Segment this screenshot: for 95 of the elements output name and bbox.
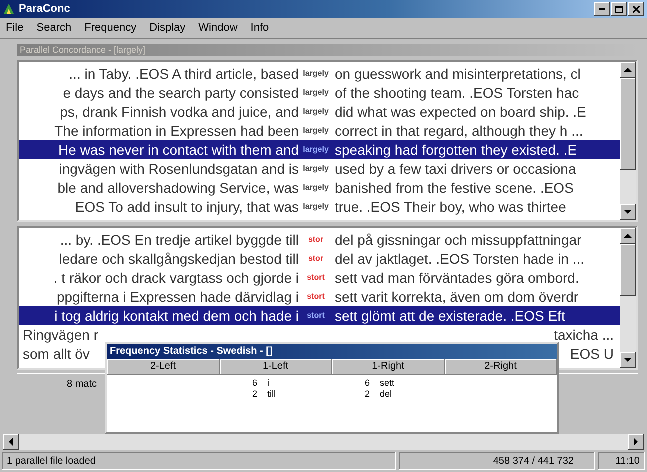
left-context: ps, drank Finnish vodka and juice, and xyxy=(59,104,299,120)
scroll-right-icon xyxy=(634,438,638,446)
concordance-line[interactable]: ... by. .EOS En tredje artikel byggde till stor del på gissningar och missuppfattningar xyxy=(19,230,620,249)
column-header[interactable]: 1-Left xyxy=(220,359,332,375)
left-context: He was never in contact with them and xyxy=(58,142,299,158)
left-context: i tog aldrig kontakt med dem och hade i xyxy=(54,308,299,324)
keyword: largely xyxy=(302,126,330,135)
right-context: sett varit korrekta, även om dom överdr xyxy=(334,288,580,304)
match-count: 8 matc xyxy=(67,378,98,390)
maximize-icon xyxy=(615,6,623,12)
column-header[interactable]: 2-Right xyxy=(444,359,557,375)
right-context: true. .EOS Their boy, who was thirtee xyxy=(334,198,568,214)
keyword: stort xyxy=(306,292,326,301)
frequency-window-title: Frequency Statistics - Swedish - [] xyxy=(110,346,273,357)
right-context: speaking had forgotten they existed. .E xyxy=(334,142,578,158)
keyword: largely xyxy=(302,183,330,192)
concordance-line[interactable]: e days and the search party consisted largely of the shooting team. .EOS Torsten hac xyxy=(19,83,620,102)
menu-item[interactable]: Window xyxy=(198,22,238,34)
status-position: 458 374 / 441 732 xyxy=(399,452,595,470)
concordance-line[interactable]: . t räkor och drack vargtass och gjorde i stort sett vad man förväntades göra ombord. xyxy=(19,268,620,287)
left-context: ... in Taby. .EOS A third article, based xyxy=(68,66,299,82)
right-context: EOS U xyxy=(570,346,614,362)
left-context: e days and the search party consisted xyxy=(62,84,299,100)
scroll-up-icon xyxy=(624,68,632,72)
scroll-down-icon xyxy=(624,210,632,214)
menu-item[interactable]: Frequency xyxy=(84,22,137,34)
status-time: 11:10 xyxy=(598,452,645,470)
right-context: did what was expected on board ship. .E xyxy=(334,104,588,120)
frequency-count: 2 xyxy=(364,389,370,400)
left-context: ... by. .EOS En tredje artikel byggde till xyxy=(59,232,299,248)
right-context: taxicha ... xyxy=(554,326,614,342)
keyword: stor xyxy=(307,235,325,244)
vertical-scrollbar[interactable] xyxy=(620,228,636,368)
keyword: largely xyxy=(302,69,330,78)
keyword: largely xyxy=(302,88,330,97)
keyword: largely xyxy=(302,107,330,116)
keyword: largely xyxy=(302,202,330,211)
left-context: ledare och skallgångskedjan bestod till xyxy=(58,250,299,266)
menu-item[interactable]: Info xyxy=(250,22,270,34)
minimize-icon xyxy=(599,8,605,10)
concordance-line[interactable]: ledare och skallgångskedjan bestod till stor del av jaktlaget. .EOS Torsten hade in ... xyxy=(19,249,620,268)
right-context: sett vad man förväntades göra ombord. xyxy=(334,270,580,286)
concordance-line[interactable]: ingvägen with Rosenlundsgatan and is largely used by a few taxi drivers or occasiona xyxy=(19,159,620,178)
scroll-up-icon xyxy=(624,234,632,238)
child-window-title: Parallel Concordance - [largely] xyxy=(20,45,146,55)
concordance-line[interactable]: ... in Taby. .EOS A third article, based largely on guesswork and misinterpretations, cl xyxy=(19,64,620,83)
collocate-word: del xyxy=(380,389,392,400)
menu-item[interactable]: Search xyxy=(36,22,72,34)
left-context: ppgifterna i Expressen hade därvidlag i xyxy=(56,288,299,304)
scroll-left-icon xyxy=(9,438,13,446)
frequency-count: 2 xyxy=(251,389,258,400)
left-context: Ringvägen r xyxy=(23,326,98,342)
app-icon xyxy=(3,3,15,15)
right-context: used by a few taxi drivers or occasiona xyxy=(334,160,578,176)
collocate-word: till xyxy=(268,389,276,400)
left-context: ble and allovershadowing Service, was xyxy=(56,180,299,196)
left-context: The information in Expressen had been xyxy=(54,122,299,138)
collocate-word: i xyxy=(268,378,270,389)
left-context: EOS To add insult to injury, that was xyxy=(74,198,299,214)
concordance-line[interactable]: ppgifterna i Expressen hade därvidlag i stort sett varit korrekta, även om dom överdr xyxy=(19,287,620,306)
status-text: 1 parallel file loaded xyxy=(2,452,396,470)
scroll-down-icon xyxy=(624,358,632,362)
horizontal-scrollbar[interactable] xyxy=(3,434,644,450)
close-icon xyxy=(632,6,640,12)
menu-item[interactable]: Display xyxy=(150,22,186,34)
column-header[interactable]: 2-Left xyxy=(107,359,220,375)
keyword: largely xyxy=(302,164,330,173)
keyword: stort xyxy=(306,273,326,282)
menu-item[interactable]: File xyxy=(6,22,24,34)
right-context: correct in that regard, although they h ... xyxy=(334,122,584,138)
concordance-line[interactable]: The information in Expressen had been largely correct in that regard, although they h ... xyxy=(19,121,620,140)
keyword: stort xyxy=(306,311,326,320)
right-context: on guesswork and misinterpretations, cl xyxy=(334,66,582,82)
close-button[interactable] xyxy=(628,2,644,16)
concordance-line[interactable]: ps, drank Finnish vodka and juice, and largely did what was expected on board ship. .E xyxy=(19,102,620,121)
minimize-button[interactable] xyxy=(594,2,610,16)
column-header[interactable]: 1-Right xyxy=(332,359,444,375)
left-context: ingvägen with Rosenlundsgatan and is xyxy=(58,160,299,176)
window-title: ParaConc xyxy=(19,3,70,15)
concordance-line[interactable]: EOS To add insult to injury, that was largely true. .EOS Their boy, who was thirtee xyxy=(19,197,620,216)
right-context: banished from the festive scene. .EOS xyxy=(334,180,575,196)
frequency-count: 6 xyxy=(364,378,370,389)
keyword: largely xyxy=(302,145,330,154)
right-context: of the shooting team. .EOS Torsten hac xyxy=(334,84,580,100)
frequency-count: 6 xyxy=(251,378,258,389)
vertical-scrollbar[interactable] xyxy=(620,62,636,220)
collocate-word: sett xyxy=(380,378,395,389)
right-context: del på gissningar och missuppfattningar xyxy=(334,232,583,248)
left-context: . t räkor och drack vargtass och gjorde i xyxy=(52,270,299,286)
left-context: som allt öv xyxy=(23,346,90,362)
maximize-button[interactable] xyxy=(611,2,627,16)
concordance-line[interactable]: ble and allovershadowing Service, was largely banished from the festive scene. .EOS xyxy=(19,178,620,197)
right-context: del av jaktlaget. .EOS Torsten hade in ... xyxy=(334,250,586,266)
right-context: sett glömt att de existerade. .EOS Eft xyxy=(334,308,566,324)
keyword: stor xyxy=(307,254,325,263)
